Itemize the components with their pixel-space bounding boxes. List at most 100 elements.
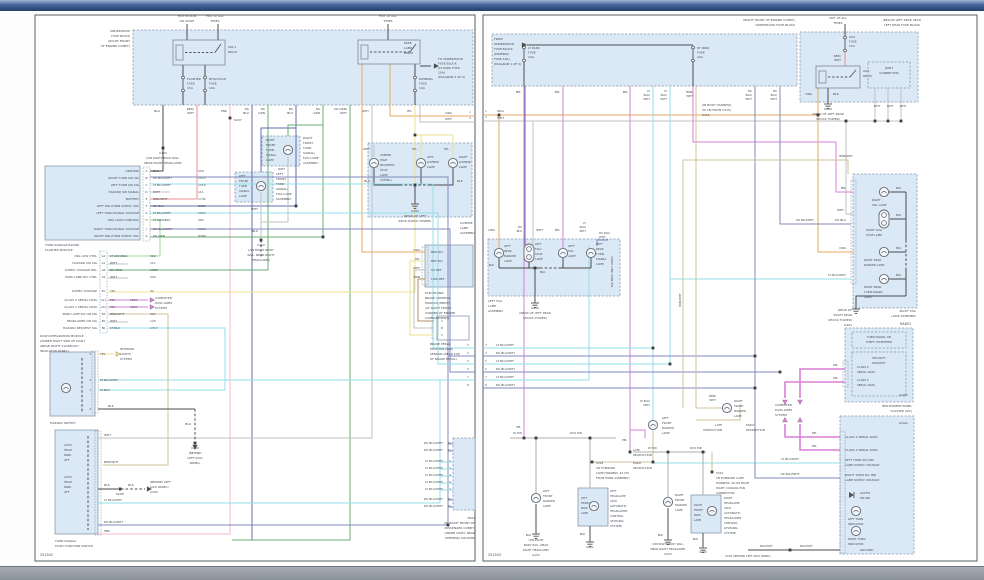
diagram-label: 32 bbox=[150, 289, 154, 293]
diagram-label: GROUND bbox=[125, 169, 139, 173]
diagram-label: GRN bbox=[258, 111, 265, 115]
splice-dot bbox=[844, 119, 848, 123]
diagram-label: NEAR RIGHT HEADLAMP) bbox=[651, 547, 686, 551]
diagram-label: HEADLAMPS bbox=[724, 516, 742, 520]
diagram-label: 1314 bbox=[198, 183, 206, 187]
component-box bbox=[54, 429, 99, 535]
diagram-label: WHT bbox=[251, 207, 258, 211]
diagram-label: 125 bbox=[150, 319, 156, 323]
diagram-label: 111 bbox=[150, 261, 156, 265]
diagram-label: LAMP bbox=[864, 295, 872, 299]
diagram-label: MARKER bbox=[675, 503, 687, 507]
diagram-label: TAIL bbox=[567, 249, 574, 253]
diagram-label: REAR SHOCK TOWER) bbox=[399, 219, 432, 223]
diagram-label: LAMP bbox=[459, 165, 467, 169]
diagram-label: LAMP bbox=[504, 259, 512, 263]
lamp-bulb bbox=[647, 419, 659, 431]
diagram-label: DK GRN bbox=[110, 268, 122, 272]
diagram-label: WHT bbox=[686, 94, 693, 98]
diagram-label: MULTI-FUNCTION SWITCH bbox=[55, 544, 93, 548]
diagram-label: FRONT bbox=[662, 421, 672, 425]
diagram-label: TURN SIGNAL ON bbox=[866, 335, 891, 339]
diagram-label: HOT AT ALL bbox=[206, 14, 224, 18]
diagram-label: LAMP ASSEMBLY bbox=[891, 314, 916, 318]
diagram-label: LT BLU/WHT bbox=[104, 498, 122, 502]
diagram-label: CENTER bbox=[380, 153, 391, 157]
diagram-label: SIGNAL/ bbox=[303, 151, 316, 155]
diagram-label: H bbox=[145, 218, 147, 222]
diagram-label: SUPPLY VOLTAGE bbox=[72, 289, 97, 293]
lamp-icon bbox=[878, 246, 890, 258]
component-box bbox=[49, 351, 96, 417]
diagram-label: PPL bbox=[622, 438, 627, 442]
diagram-label: ASSEMBLY bbox=[460, 231, 476, 235]
diagram-label: LEFT bbox=[504, 244, 511, 248]
diagram-label: FOG LAMP bbox=[276, 192, 292, 196]
diagram-label: DK BLU/WHT bbox=[780, 472, 799, 476]
diagram-label: C200 bbox=[191, 446, 199, 450]
diagram-label: C102 bbox=[257, 243, 265, 247]
diagram-label: BLU bbox=[517, 229, 522, 233]
diagram-label: FUSE bbox=[209, 82, 217, 86]
diagram-label: (LT PARK FUSE bbox=[438, 66, 460, 70]
diagram-label: DK BLU/WHT bbox=[424, 448, 443, 452]
diagram-label: FRONT bbox=[303, 141, 313, 145]
fuse-end bbox=[181, 75, 185, 80]
lamp-bulb bbox=[662, 496, 674, 508]
diagram-label: CLASS 2 SERIAL DATA bbox=[64, 305, 98, 309]
diagram-label: RIGHT bbox=[724, 496, 733, 500]
diagram-label: DRL LOW CTRL bbox=[74, 254, 97, 258]
diagram-label: WHT bbox=[770, 97, 777, 101]
diagram-label: INDICATOR bbox=[848, 542, 863, 546]
diagram-label: MOUNTED bbox=[380, 163, 394, 167]
diagram-label: LICENSE bbox=[460, 221, 473, 225]
splice-dot bbox=[413, 183, 417, 187]
diagram-label: UNDERHOOD bbox=[494, 42, 515, 46]
diagram-label: B1 bbox=[102, 289, 106, 293]
diagram-label: RT PARK bbox=[697, 46, 710, 50]
diagram-label: ABOVE RIGHT CLOSEOUT/ bbox=[40, 344, 80, 348]
diagram-label: C bbox=[146, 183, 148, 187]
diagram-label: LT BLU/WHT bbox=[496, 359, 514, 363]
lamp-icon bbox=[530, 492, 542, 504]
diagram-label: LAMP bbox=[734, 414, 742, 418]
diagram-label: TAG BRKT (NOT USED) bbox=[610, 256, 614, 288]
diagram-label: LT BLU/WHT bbox=[425, 466, 443, 470]
diagram-label: A bbox=[146, 169, 148, 173]
diagram-label: PARK bbox=[581, 506, 588, 510]
diagram-label: LAMP bbox=[239, 194, 247, 198]
lamp-icon bbox=[282, 144, 294, 156]
diagram-label: (IN FORWARD bbox=[596, 466, 615, 470]
diagram-label: PANEL) bbox=[190, 461, 201, 465]
diagram-label: LAMP SUPPLY VOLTAGE bbox=[845, 478, 879, 482]
diagram-label: TURN bbox=[238, 184, 247, 188]
diagram-label: DK BLU/WHT bbox=[153, 227, 172, 231]
lamp-icon bbox=[850, 525, 862, 537]
lamp-bulb bbox=[415, 157, 427, 169]
lamp-icon bbox=[255, 180, 267, 192]
diagram-label: 10A bbox=[209, 86, 216, 90]
diagram-label: TO UNDERHOOD bbox=[437, 57, 464, 61]
diagram-label: INSTRUMENT PANEL bbox=[882, 404, 912, 408]
splice-dot bbox=[778, 370, 782, 374]
diagram-label: PRODUCTION bbox=[746, 428, 765, 432]
diagram-label: 10A) bbox=[438, 71, 445, 75]
splice-dot bbox=[590, 460, 594, 464]
diagram-label: W/O HID bbox=[570, 431, 582, 435]
diagram-label: BRN/WHT bbox=[104, 460, 119, 464]
diagram-label: BRN/WHT bbox=[839, 154, 853, 158]
diagram-label: GRN bbox=[313, 111, 320, 115]
diagram-label: AUTO bbox=[64, 443, 73, 447]
splice-dot bbox=[413, 133, 417, 137]
diagram-label: WHT bbox=[579, 229, 586, 233]
diagram-label: FUSE BLOCK bbox=[438, 62, 458, 66]
diagram-label: SIGNAL bbox=[239, 189, 250, 193]
diagram-label: LAMP bbox=[675, 508, 683, 512]
diagram-label: CONNECTOR) bbox=[716, 491, 735, 495]
component-box bbox=[132, 29, 474, 106]
diagram-label: WHT bbox=[874, 104, 881, 108]
diagram-label: COMPUTER bbox=[775, 403, 792, 407]
diagram-label: FOG LAMP bbox=[303, 156, 319, 160]
diagram-label: PPL bbox=[110, 305, 116, 309]
diagram-label: TAIL/ bbox=[534, 247, 542, 251]
